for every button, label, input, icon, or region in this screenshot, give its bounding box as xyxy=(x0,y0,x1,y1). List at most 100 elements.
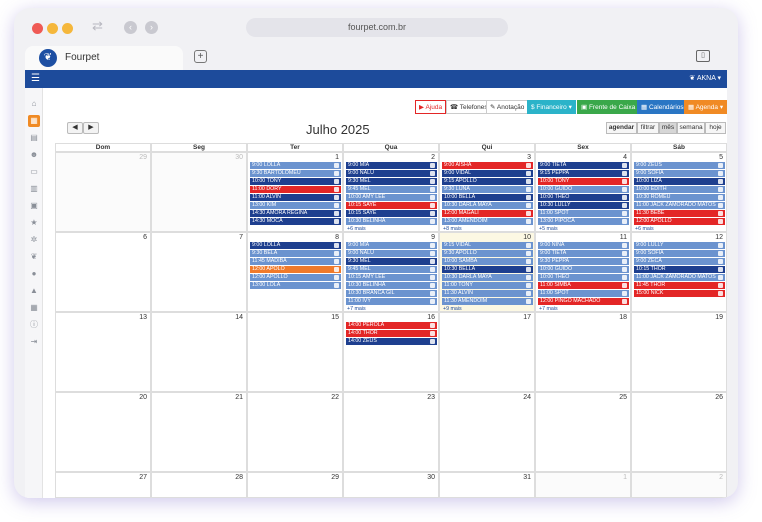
maximize-window-button[interactable] xyxy=(62,23,73,34)
appointment-event[interactable]: 10:30 ROMEU xyxy=(634,194,725,201)
appointment-event[interactable]: 11:00 SPOT xyxy=(538,290,629,297)
appointment-event[interactable]: 11:00 DORY xyxy=(250,186,341,193)
appointment-event[interactable]: 13:00 PIPOCA xyxy=(538,218,629,225)
appointment-event[interactable]: 11:00 ALVIN xyxy=(250,194,341,201)
appointment-event[interactable]: 9:00 ZECA xyxy=(634,258,725,265)
appointment-event[interactable]: 9:30 MEL xyxy=(346,178,437,185)
day-cell[interactable]: 15 xyxy=(247,312,343,392)
appointment-event[interactable]: 9:00 AISHA xyxy=(442,162,533,169)
arrow-left-icon[interactable]: ‹ xyxy=(124,21,137,34)
appointment-event[interactable]: 10:15 THOR xyxy=(634,266,725,273)
appointment-event[interactable]: 12:00 APOLO xyxy=(250,266,341,273)
appointment-event[interactable]: 9:00 NINA xyxy=(538,242,629,249)
star-icon[interactable]: ★ xyxy=(28,217,40,229)
appointment-event[interactable]: 10:15 AMY LEE xyxy=(346,274,437,281)
appointment-event[interactable]: 10:00 GUIDO xyxy=(538,266,629,273)
schedule-button[interactable]: agendar xyxy=(606,122,637,134)
appointment-event[interactable]: 14:00 PEROLA xyxy=(346,322,437,329)
day-cell[interactable]: 4 9:00 TIETA 9:15 PEPPA 10:00 TONY 10:00 GUI… xyxy=(535,152,631,232)
day-cell[interactable]: 18 xyxy=(535,312,631,392)
day-cell[interactable]: 14 xyxy=(151,312,247,392)
day-cell[interactable]: 17 xyxy=(439,312,535,392)
appointment-event[interactable]: 9:00 NALU xyxy=(346,250,437,257)
paw-icon[interactable]: ❦ xyxy=(28,251,40,263)
graduation-icon[interactable]: ▲ xyxy=(28,285,40,297)
note-button[interactable]: ✎ Anotação xyxy=(486,100,529,114)
appointment-event[interactable]: 10:30 DARLA MAYA xyxy=(442,202,533,209)
appointment-event[interactable]: 12:00 PINGO MACHADO xyxy=(538,298,629,305)
appointment-event[interactable]: 10:00 GUIDO xyxy=(538,186,629,193)
appointment-event[interactable]: 12:00 APOLLO xyxy=(634,218,725,225)
appointment-event[interactable]: 10:00 SAMBA xyxy=(442,258,533,265)
day-cell[interactable]: 30 xyxy=(343,472,439,498)
appointment-event[interactable]: 9:00 MIA xyxy=(346,242,437,249)
appointment-event[interactable]: 10:30 DARLA MAYA xyxy=(442,274,533,281)
users-icon[interactable]: ☻ xyxy=(28,149,40,161)
day-cell[interactable]: 6 xyxy=(55,232,151,312)
appointment-event[interactable]: 14:30 MOCA xyxy=(250,218,341,225)
appointment-event[interactable]: 14:00 ZEUS xyxy=(346,338,437,345)
appointment-event[interactable]: 10:30 BELLA xyxy=(442,266,533,273)
appointment-event[interactable]: 11:00 SPOT xyxy=(538,210,629,217)
appointment-event[interactable]: 9:30 BARTOLOMEU xyxy=(250,170,341,177)
appointment-event[interactable]: 10:30 BRANCA GIL xyxy=(346,290,437,297)
trash-icon[interactable]: ▣ xyxy=(28,200,40,212)
help-button[interactable]: ▶ Ajuda xyxy=(415,100,447,114)
day-cell[interactable]: 10 9:15 VIDAL 9:30 APOLLO 10:00 SAMBA 10:30 … xyxy=(439,232,535,312)
appointment-event[interactable]: 11:30 BEBE xyxy=(634,210,725,217)
appointment-event[interactable]: 9:15 APOLLO xyxy=(442,178,533,185)
appointment-event[interactable]: 12:00 MAGALI xyxy=(442,210,533,217)
appointment-event[interactable]: 9:15 VIDAL xyxy=(442,242,533,249)
appointment-event[interactable]: 10:00 THEO xyxy=(538,194,629,201)
next-month-button[interactable]: ▶ xyxy=(83,122,99,134)
appointment-event[interactable]: 11:00 TONY xyxy=(442,282,533,289)
appointment-event[interactable]: 14:30 AMORA REGINA xyxy=(250,210,341,217)
globe-icon[interactable]: ● xyxy=(28,268,40,280)
appointment-event[interactable]: 9:15 PEPPA xyxy=(538,170,629,177)
appointment-event[interactable]: 11:45 THOR xyxy=(634,282,725,289)
day-cell[interactable]: 9 9:00 MIA 9:00 NALU 9:30 MEL 9:45 MEL 10:15 … xyxy=(343,232,439,312)
finance-button[interactable]: $ Financeiro ▾ xyxy=(527,100,576,114)
appointment-event[interactable]: 10:30 BELINHA xyxy=(346,218,437,225)
appointment-event[interactable]: 10:00 TONY xyxy=(250,178,341,185)
phones-button[interactable]: ☎ Telefones xyxy=(446,100,492,114)
cashier-button[interactable]: ▣ Frente de Caixa xyxy=(577,100,640,114)
appointment-event[interactable]: 9:45 MEL xyxy=(346,266,437,273)
appointment-event[interactable]: 9:00 MIA xyxy=(346,162,437,169)
calendars-button[interactable]: ▦ Calendários xyxy=(637,100,688,114)
appointment-event[interactable]: 12:00 APOLLO xyxy=(250,274,341,281)
appointment-event[interactable]: 9:00 LOLLA xyxy=(250,162,341,169)
appointment-event[interactable]: 11:00 JACK ZAMORADO MATOS xyxy=(634,274,725,281)
appointment-event[interactable]: 10:15 SAYE xyxy=(346,210,437,217)
logout-icon[interactable]: ⇥ xyxy=(28,336,40,348)
day-cell[interactable]: 1 9:00 LOLLA 9:30 BARTOLOMEU 10:00 TONY 11:0… xyxy=(247,152,343,232)
appointment-event[interactable]: 10:15 SAYE xyxy=(346,202,437,209)
appointment-event[interactable]: 10:00 AMY LEE xyxy=(346,194,437,201)
sidebar-toggle-icon[interactable]: ▯ xyxy=(696,50,710,62)
day-cell[interactable]: 21 xyxy=(151,392,247,472)
appointment-event[interactable]: 9:30 BELA xyxy=(250,250,341,257)
minimize-window-button[interactable] xyxy=(47,23,58,34)
appointment-event[interactable]: 11:45 MADIBA xyxy=(250,258,341,265)
day-cell[interactable]: 16 14:00 PEROLA 14:00 THOR 14:00 ZEUS xyxy=(343,312,439,392)
appointment-event[interactable]: 10:00 TONY xyxy=(538,178,629,185)
appointment-event[interactable]: 10:00 THEO xyxy=(538,274,629,281)
day-cell[interactable]: 8 9:00 LOLLA 9:30 BELA 11:45 MADIBA 12:00 AP… xyxy=(247,232,343,312)
week-view-button[interactable]: semana xyxy=(677,122,705,134)
appointment-event[interactable]: 11:30 AMENDOIM xyxy=(442,298,533,305)
appointment-event[interactable]: 9:00 SOFIA xyxy=(634,250,725,257)
appointment-event[interactable]: 9:00 ZEUS xyxy=(634,162,725,169)
appointment-event[interactable]: 9:30 MEL xyxy=(346,258,437,265)
appointment-event[interactable]: 13:00 KIM xyxy=(250,202,341,209)
table-icon[interactable]: ▦ xyxy=(28,302,40,314)
filter-button[interactable]: filtrar xyxy=(637,122,659,134)
calculator-icon[interactable]: ▤ xyxy=(28,132,40,144)
today-button[interactable]: hoje xyxy=(705,122,726,134)
browser-tab[interactable]: ❦ Fourpet xyxy=(25,46,183,70)
day-cell[interactable]: 25 xyxy=(535,392,631,472)
chart-icon[interactable]: ▥ xyxy=(28,183,40,195)
calendar-icon[interactable]: ▦ xyxy=(28,115,40,127)
appointment-event[interactable]: 11:00 JACK ZAMORADO MATOS xyxy=(634,202,725,209)
appointment-event[interactable]: 10:30 BELINHA xyxy=(346,282,437,289)
appointment-event[interactable]: 9:00 LULLY xyxy=(634,242,725,249)
